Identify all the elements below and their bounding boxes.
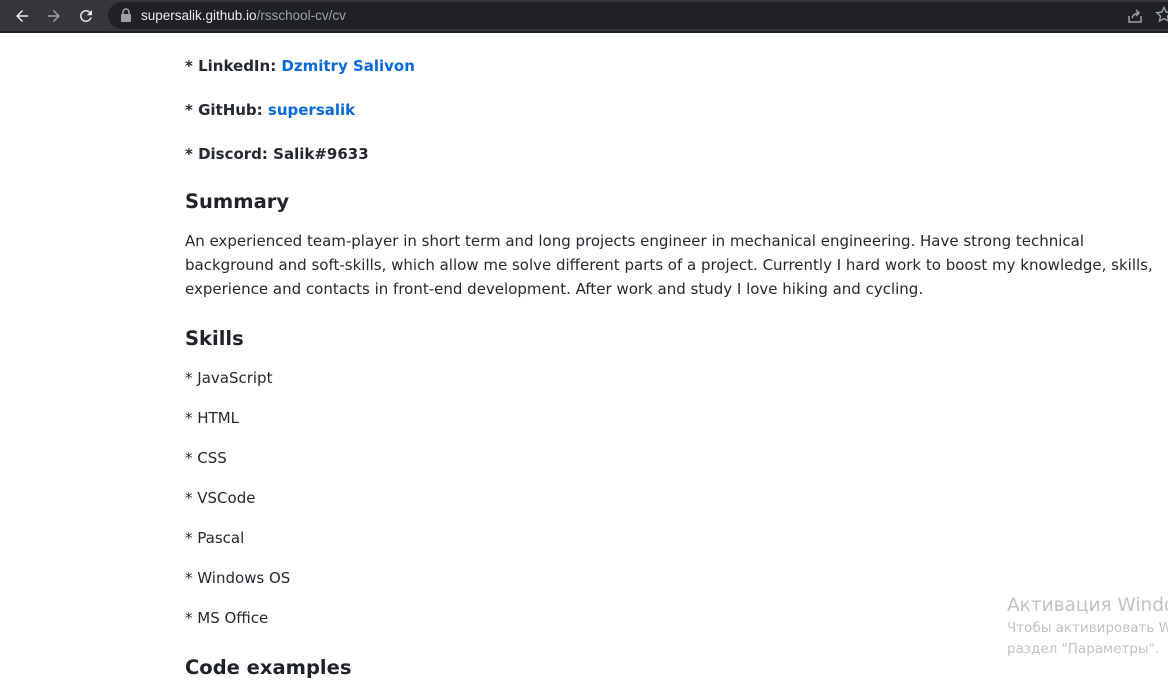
windows-activation-watermark: Активация Windo Чтобы активировать W раз… — [1007, 594, 1168, 660]
skill-item: * Pascal — [185, 529, 245, 547]
code-examples-heading: Code examples — [185, 656, 352, 679]
bookmark-star-icon[interactable] — [1155, 6, 1168, 24]
skill-item: * MS Office — [185, 609, 269, 627]
watermark-line: Чтобы активировать W — [1007, 620, 1168, 636]
lock-icon — [121, 8, 131, 22]
skill-item: * CSS — [185, 449, 227, 467]
reload-icon — [79, 9, 92, 22]
watermark-title: Активация Windo — [1007, 595, 1168, 616]
url-path: /rsschool-cv/cv — [256, 8, 346, 23]
summary-heading: Summary — [185, 190, 290, 213]
skills-heading: Skills — [185, 327, 244, 350]
discord-contact: * Discord: Salik#9633 — [185, 145, 369, 163]
reload-button[interactable] — [74, 4, 98, 28]
share-icon[interactable] — [1126, 7, 1144, 25]
skill-item: * HTML — [185, 409, 240, 427]
summary-text: An experienced team-player in short term… — [185, 232, 1153, 298]
forward-button[interactable] — [42, 4, 66, 28]
linkedin-contact: * LinkedIn: Dzmitry Salivon — [185, 57, 415, 75]
address-bar[interactable]: supersalik.github.io/rsschool-cv/cv — [108, 2, 1168, 29]
browser-toolbar: supersalik.github.io/rsschool-cv/cv — [0, 0, 1168, 33]
linkedin-label: * LinkedIn: — [185, 57, 277, 75]
arrow-right-icon — [48, 10, 60, 22]
github-contact: * GitHub: supersalik — [185, 101, 355, 119]
github-label: * GitHub: — [185, 101, 263, 119]
skill-item: * Windows OS — [185, 569, 291, 587]
arrow-left-icon — [16, 10, 28, 22]
url-host: supersalik.github.io — [141, 8, 257, 23]
skill-item: * JavaScript — [185, 369, 273, 387]
back-button[interactable] — [10, 4, 34, 28]
watermark-line: раздел "Параметры". — [1007, 641, 1160, 657]
github-link[interactable]: supersalik — [268, 101, 355, 119]
linkedin-link[interactable]: Dzmitry Salivon — [281, 57, 415, 75]
url-text: supersalik.github.io/rsschool-cv/cv — [141, 8, 346, 23]
skill-item: * VSCode — [185, 489, 256, 507]
